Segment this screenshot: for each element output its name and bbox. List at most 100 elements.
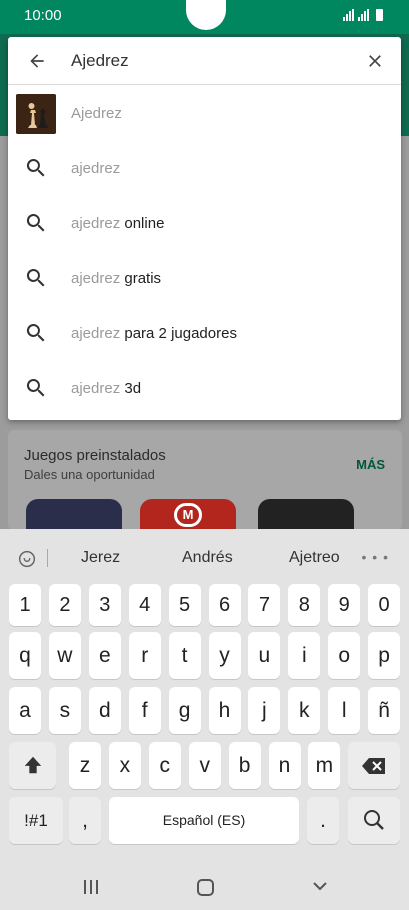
key-4[interactable]: 4 [128, 584, 161, 626]
key-d[interactable]: d [88, 687, 121, 734]
key-label: x [119, 754, 131, 777]
search-key[interactable] [348, 797, 400, 844]
key-o[interactable]: o [328, 632, 361, 679]
key-label: c [159, 754, 171, 777]
key-a[interactable]: a [9, 687, 41, 734]
key-ñ[interactable]: ñ [368, 687, 401, 734]
key-label: o [338, 644, 351, 667]
key-2[interactable]: 2 [48, 584, 81, 626]
suggestion-item[interactable]: ajedrez gratis [8, 251, 401, 306]
word-suggestion[interactable]: Jerez [81, 549, 120, 567]
symbols-key[interactable]: !#1 [9, 797, 63, 844]
key-t[interactable]: t [168, 632, 201, 679]
suggestion-item[interactable]: ajedrez [8, 141, 401, 196]
key-label: g [178, 699, 191, 722]
search-icon [364, 810, 384, 830]
key-u[interactable]: u [248, 632, 281, 679]
key-label: 2 [59, 594, 71, 616]
key-label: f [141, 699, 148, 722]
key-i[interactable]: i [288, 632, 321, 679]
nav-back-icon[interactable] [312, 878, 328, 894]
cell-signal-icon [358, 9, 369, 21]
key-z[interactable]: z [69, 742, 101, 789]
key-label: k [299, 699, 310, 722]
more-options-icon[interactable]: • • • [362, 550, 389, 564]
status-bar: 10:00 [0, 0, 409, 34]
key-1[interactable]: 1 [9, 584, 41, 626]
suggestion-item[interactable]: ajedrez para 2 jugadores [8, 306, 401, 361]
key-period[interactable]: . [307, 797, 339, 844]
card-subtitle: Dales una oportunidad [24, 467, 155, 482]
key-9[interactable]: 9 [328, 584, 361, 626]
key-w[interactable]: w [48, 632, 81, 679]
key-q[interactable]: q [9, 632, 41, 679]
key-c[interactable]: c [148, 742, 181, 789]
suggestion-query: ajedrez [71, 380, 121, 397]
key-v[interactable]: v [188, 742, 221, 789]
backspace-key[interactable] [348, 742, 400, 789]
key-label: s [59, 699, 71, 722]
suggestion-completion: online [120, 215, 165, 232]
game-tile[interactable] [258, 499, 354, 531]
suggestion-item[interactable]: ajedrez online [8, 196, 401, 251]
key-label: i [301, 644, 307, 667]
shift-icon [24, 756, 41, 774]
suggestion-item[interactable]: ajedrez 3d [8, 361, 401, 416]
key-n[interactable]: n [268, 742, 301, 789]
key-label: 5 [179, 594, 191, 616]
key-p[interactable]: p [368, 632, 401, 679]
suggestion-app-item[interactable]: Ajedrez [8, 86, 401, 141]
word-suggestion[interactable]: Andrés [182, 549, 233, 567]
key-label: ñ [378, 699, 390, 722]
key-label: m [315, 754, 334, 777]
search-icon [26, 269, 45, 287]
key-label: 8 [298, 594, 310, 616]
key-6[interactable]: 6 [208, 584, 241, 626]
key-x[interactable]: x [108, 742, 141, 789]
clear-icon[interactable] [365, 51, 385, 71]
key-b[interactable]: b [228, 742, 261, 789]
key-label: v [199, 754, 210, 777]
key-label: q [19, 644, 31, 667]
status-icons [343, 9, 383, 21]
recents-icon[interactable] [84, 880, 98, 894]
key-h[interactable]: h [208, 687, 241, 734]
key-8[interactable]: 8 [288, 584, 321, 626]
search-bar [8, 37, 401, 85]
mario-logo-icon: M [174, 503, 202, 527]
key-label: 7 [258, 594, 270, 616]
game-tile[interactable] [26, 499, 122, 531]
clipboard-icon[interactable] [16, 548, 38, 570]
home-icon[interactable] [197, 879, 214, 896]
key-y[interactable]: y [208, 632, 241, 679]
key-j[interactable]: j [248, 687, 281, 734]
key-5[interactable]: 5 [168, 584, 201, 626]
key-g[interactable]: g [168, 687, 201, 734]
key-label: r [141, 644, 149, 667]
key-label: , [82, 809, 88, 832]
key-comma[interactable]: , [69, 797, 101, 844]
key-label: n [278, 754, 291, 777]
camera-notch [186, 0, 226, 30]
space-key[interactable]: Español (ES) [109, 797, 299, 844]
key-r[interactable]: r [128, 632, 161, 679]
key-label: y [219, 644, 230, 667]
chess-app-icon [16, 94, 56, 134]
search-input[interactable] [71, 48, 351, 74]
back-arrow-icon[interactable] [26, 51, 48, 71]
key-3[interactable]: 3 [88, 584, 121, 626]
key-s[interactable]: s [48, 687, 81, 734]
card-more-link[interactable]: MÁS [356, 457, 385, 472]
suggestion-query: ajedrez [71, 160, 121, 177]
key-k[interactable]: k [288, 687, 321, 734]
word-suggestion[interactable]: Ajetreo [289, 549, 340, 567]
suggestion-query: ajedrez [71, 270, 121, 287]
key-m[interactable]: m [308, 742, 341, 789]
key-7[interactable]: 7 [248, 584, 281, 626]
key-label: . [320, 809, 326, 832]
key-e[interactable]: e [88, 632, 121, 679]
key-l[interactable]: l [328, 687, 361, 734]
key-0[interactable]: 0 [368, 584, 401, 626]
shift-key[interactable] [9, 742, 56, 789]
key-f[interactable]: f [128, 687, 161, 734]
